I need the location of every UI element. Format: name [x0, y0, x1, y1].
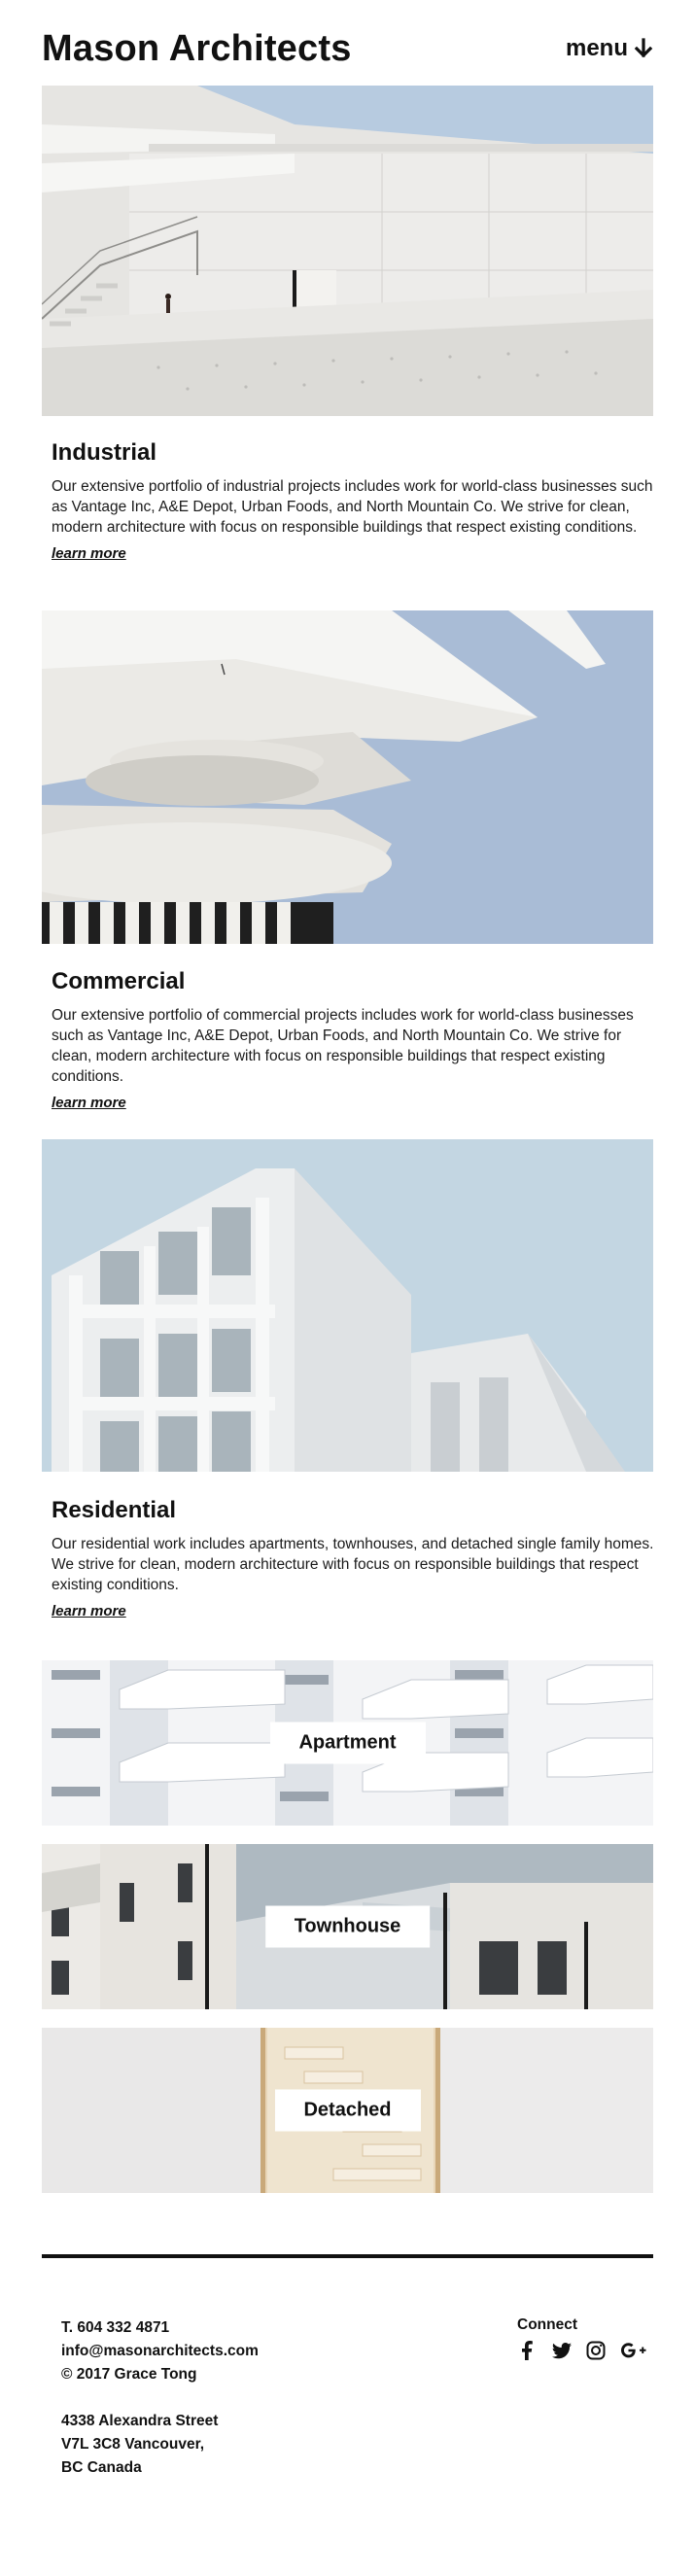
connect-heading: Connect — [517, 2316, 577, 2333]
facebook-icon[interactable] — [517, 2340, 539, 2361]
commercial-learn-more-link[interactable]: learn more — [52, 1095, 126, 1111]
industrial-title: Industrial — [52, 439, 157, 466]
residential-learn-more-link[interactable]: learn more — [52, 1603, 126, 1619]
detached-tile[interactable]: Detached — [42, 2028, 653, 2193]
twitter-icon[interactable] — [551, 2340, 573, 2361]
residential-description: Our residential work includes apartments… — [52, 1536, 654, 1593]
residential-title: Residential — [52, 1497, 177, 1523]
menu-label: menu — [565, 35, 628, 61]
detached-label: Detached — [274, 2089, 421, 2132]
footer-copyright: © 2017 Grace Tong — [61, 2366, 197, 2383]
townhouse-label: Townhouse — [264, 1905, 431, 1948]
industrial-section: Industrial Our extensive portfolio of in… — [52, 439, 654, 563]
footer-email[interactable]: info@masonarchitects.com — [61, 2340, 259, 2363]
site-header: Mason Architects menu — [42, 21, 653, 76]
site-title[interactable]: Mason Architects — [42, 28, 352, 70]
commercial-title: Commercial — [52, 968, 186, 994]
industrial-learn-more-link[interactable]: learn more — [52, 545, 126, 562]
social-links — [517, 2340, 648, 2361]
apartment-label: Apartment — [269, 1722, 426, 1764]
footer-social: Connect — [517, 2316, 648, 2361]
google-plus-icon[interactable] — [619, 2340, 648, 2361]
footer-address-line1: 4338 Alexandra Street — [61, 2413, 219, 2429]
commercial-image — [42, 610, 653, 944]
footer-divider — [42, 2254, 653, 2258]
apartment-tile[interactable]: Apartment — [42, 1660, 653, 1826]
industrial-image — [42, 86, 653, 416]
footer-address-line2: V7L 3C8 Vancouver, — [61, 2436, 205, 2453]
footer-phone[interactable]: T. 604 332 4871 — [61, 2316, 259, 2340]
footer-spacer — [61, 2386, 259, 2410]
menu-button[interactable]: menu — [566, 35, 653, 62]
industrial-description: Our extensive portfolio of industrial pr… — [52, 478, 653, 536]
page: Mason Architects menu Industrial Our ext… — [0, 0, 695, 2576]
residential-section: Residential Our residential work include… — [52, 1497, 654, 1620]
footer-contact: T. 604 332 4871 info@masonarchitects.com… — [61, 2316, 259, 2480]
residential-image — [42, 1139, 653, 1472]
footer-address-line3: BC Canada — [61, 2459, 142, 2476]
commercial-description: Our extensive portfolio of commercial pr… — [52, 1007, 634, 1085]
townhouse-tile[interactable]: Townhouse — [42, 1844, 653, 2009]
commercial-section: Commercial Our extensive portfolio of co… — [52, 968, 654, 1112]
arrow-down-icon — [634, 38, 653, 59]
instagram-icon[interactable] — [585, 2340, 607, 2361]
